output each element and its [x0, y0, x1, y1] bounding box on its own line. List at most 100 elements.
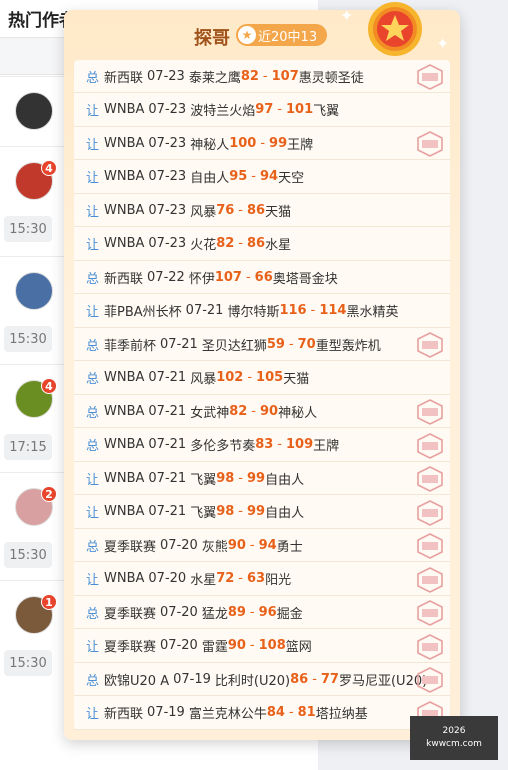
score-separator: -: [238, 504, 243, 519]
away-team: 王牌: [313, 439, 340, 454]
bet-type: 让: [86, 104, 100, 119]
home-score: 102: [216, 370, 244, 385]
away-team: 王牌: [287, 137, 314, 153]
prediction-row[interactable]: 总 WNBA 07-21 风暴 102-105 天猫: [74, 362, 450, 395]
score-separator: -: [247, 370, 253, 385]
score-separator: -: [238, 571, 243, 586]
home-score: 97: [255, 102, 274, 117]
post-time: 15:30: [4, 650, 52, 676]
prediction-row[interactable]: 总夏季联赛 07-20 猛龙 89-96 掘金: [74, 596, 450, 629]
away-team: 天空: [278, 171, 305, 186]
score-separator: -: [249, 604, 255, 620]
home-score: 83: [255, 437, 274, 452]
away-team: 重型轰炸机: [315, 338, 381, 354]
home-team: 怀伊: [188, 271, 215, 287]
home-team: 水星: [190, 573, 217, 588]
score-separator: -: [249, 638, 255, 653]
score-separator: -: [310, 303, 316, 318]
away-score: 108: [258, 638, 286, 653]
prediction-row[interactable]: 让 WNBA 07-23 波特兰火焰 97-101 飞翼: [74, 94, 450, 127]
match-date: 07-20: [160, 638, 198, 653]
prediction-row[interactable]: 让夏季联赛 07-20 雷霆 90-108 篮网: [74, 630, 450, 663]
hit-stamp-icon: [417, 399, 443, 425]
score-separator: -: [262, 68, 268, 84]
league-name: 欧锦U20 A: [104, 673, 170, 689]
prediction-row[interactable]: 让 WNBA 07-23 自由人 95-94 天空: [74, 161, 450, 194]
prediction-row[interactable]: 让 WNBA 07-20 水星 72-63 阳光: [74, 563, 450, 596]
hit-stamp-icon: [417, 64, 443, 90]
league-name: WNBA: [104, 169, 145, 184]
bet-type: 让: [86, 238, 100, 253]
post-time: 15:30: [4, 542, 52, 568]
prediction-row[interactable]: 让菲PBA州长杯 07-21 博尔特斯 116-114 黑水精英: [74, 295, 450, 328]
home-team: 多伦多节奏: [190, 439, 256, 454]
away-score: 70: [297, 336, 316, 352]
league-name: WNBA: [104, 236, 145, 251]
away-team: 惠灵顿圣徒: [298, 70, 364, 86]
match-date: 07-23: [148, 236, 187, 251]
watermark-line2: kwwcm.com: [426, 739, 482, 749]
away-score: 105: [256, 370, 284, 385]
bet-type: 总: [86, 372, 100, 387]
away-score: 114: [319, 303, 347, 318]
score-separator: -: [249, 537, 255, 553]
away-score: 94: [260, 169, 279, 184]
prediction-row[interactable]: 让 WNBA 07-23 神秘人 100-99 王牌: [74, 127, 450, 160]
author-avatar[interactable]: [15, 272, 53, 310]
league-name: 夏季联赛: [104, 606, 157, 622]
match-date: 07-21: [148, 470, 187, 486]
home-score: 82: [216, 236, 235, 251]
league-name: WNBA: [104, 202, 145, 218]
prediction-row[interactable]: 让 WNBA 07-23 火花 82-86 水星: [74, 228, 450, 261]
home-team: 女武神: [190, 405, 230, 421]
notification-badge: 2: [41, 486, 57, 502]
away-team: 掘金: [276, 606, 303, 622]
hit-stamp-icon: [417, 332, 443, 358]
author-avatar[interactable]: [15, 92, 53, 130]
home-score: 98: [216, 504, 235, 519]
match-date: 07-21: [148, 403, 187, 419]
match-date: 07-23: [148, 135, 187, 151]
home-score: 86: [290, 671, 309, 687]
league-name: WNBA: [104, 403, 145, 419]
home-score: 95: [229, 169, 248, 184]
hit-stamp-icon: [417, 667, 443, 693]
prediction-row[interactable]: 让新西联 07-19 富兰克林公牛 84-81 塔拉纳基: [74, 697, 450, 730]
match-date: 07-22: [147, 269, 185, 285]
league-name: WNBA: [104, 370, 145, 385]
prediction-row[interactable]: 总 WNBA 07-21 多伦多节奏 83-109 王牌: [74, 429, 450, 462]
away-score: 109: [286, 437, 314, 452]
bet-type: 让: [86, 640, 100, 655]
league-name: WNBA: [104, 437, 145, 452]
score-separator: -: [238, 470, 243, 486]
prediction-row[interactable]: 让 WNBA 07-21 飞翼 98-99 自由人: [74, 496, 450, 529]
league-name: WNBA: [104, 571, 145, 586]
score-separator: -: [277, 102, 282, 117]
match-date: 07-19: [173, 671, 211, 687]
away-score: 77: [320, 671, 339, 687]
post-time: 15:30: [4, 216, 52, 242]
prediction-row[interactable]: 总菲季前杯 07-21 圣贝达红狮 59-70 重型轰炸机: [74, 328, 450, 361]
bet-type: 总: [86, 338, 100, 354]
prediction-row[interactable]: 让 WNBA 07-23 风暴 76-86 天猫: [74, 194, 450, 227]
prediction-row[interactable]: 总 WNBA 07-21 女武神 82-90 神秘人: [74, 395, 450, 428]
bet-type: 让: [86, 707, 100, 722]
bet-type: 让: [86, 204, 100, 220]
prediction-row[interactable]: 总新西联 07-23 泰莱之鹰 82-107 惠灵顿圣徒: [74, 60, 450, 93]
prediction-row[interactable]: 总新西联 07-22 怀伊 107-66 奥塔哥金块: [74, 261, 450, 294]
prediction-row[interactable]: 总夏季联赛 07-20 灰熊 90-94 勇士: [74, 529, 450, 562]
home-score: 90: [227, 638, 246, 653]
score-separator: -: [277, 437, 282, 452]
league-name: WNBA: [104, 470, 145, 486]
home-score: 90: [227, 537, 246, 553]
home-team: 博尔特斯: [227, 305, 280, 320]
bet-type: 总: [86, 439, 100, 454]
away-team: 飞翼: [313, 104, 340, 119]
prediction-row[interactable]: 总欧锦U20 A 07-19 比利时(U20) 86-77 罗马尼亚(U20): [74, 663, 450, 696]
match-date: 07-23: [148, 102, 187, 117]
home-score: 82: [240, 68, 259, 84]
away-score: 107: [271, 68, 299, 84]
away-score: 99: [247, 470, 266, 486]
prediction-row[interactable]: 让 WNBA 07-21 飞翼 98-99 自由人: [74, 462, 450, 495]
away-team: 勇士: [276, 539, 303, 555]
